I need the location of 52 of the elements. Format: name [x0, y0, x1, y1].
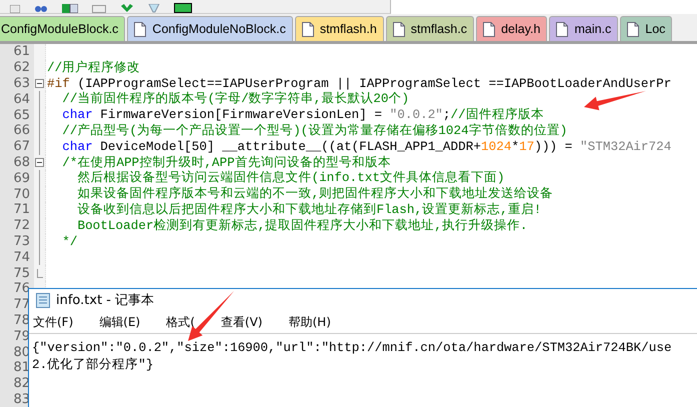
window-title: info.txt - 记事本	[56, 292, 154, 309]
fold-toggle-icon[interactable]	[35, 78, 44, 88]
binoculars-icon[interactable]	[34, 5, 48, 13]
file-tab[interactable]: delay.h	[476, 16, 548, 41]
file-tab[interactable]: ConfigModuleBlock.c	[0, 16, 126, 41]
line-number: 66	[0, 122, 34, 139]
annotation-arrow	[188, 291, 234, 341]
menu-item[interactable]: 帮助(H)	[288, 314, 331, 330]
menu-item[interactable]: 查看(V)	[220, 314, 262, 330]
code-line: 设备收到信息以后把固件程序大小和下载地址存储到Flash,设置更新标志,重启!	[76, 202, 542, 218]
annotation-arrow	[584, 91, 646, 110]
file-tab[interactable]: main.c	[549, 16, 618, 41]
text-area[interactable]: {"version":"0.0.2","size":16900,"url":"http://mnif.cn/ota/hardware/STM32Air724BK/use 2.优化了部分程序"}	[29, 333, 697, 407]
line-number: 61	[0, 44, 34, 60]
code-line: //当前固件程序的版本号(字母/数字字符串,最长默认20个)	[61, 91, 410, 108]
code-line: 如果设备固件程序版本号和云端的不一致,则把固件程序大小和下载地址发送给设备	[76, 186, 554, 202]
code-line: char DeviceModel[50] __attribute__((at(FLASH_APP1_ADDR+1024*17))) = "STM32Air724	[61, 138, 672, 155]
menu-item[interactable]: 编辑(E)	[99, 314, 140, 330]
line-number: 68	[0, 154, 34, 170]
window-icon[interactable]	[92, 5, 106, 13]
code-line: #if (IAPProgramSelect==IAPUserProgram || IAPProgramSelect ==IAPBootLoaderAndUserPr	[46, 76, 672, 92]
line-number: 71	[0, 202, 34, 218]
code-line: BootLoader检测到有更新标志,提取固件程序大小和下载地址,执行升级操作.	[76, 218, 528, 234]
file-tab[interactable]: stmflash.h	[294, 16, 384, 41]
code-line: /*在使用APP控制升级时,APP首先询问设备的型号和版本	[61, 154, 391, 170]
line-number: 65	[0, 107, 34, 123]
line-number: 72	[0, 218, 34, 234]
notepad-icon	[36, 292, 50, 308]
line-number: 70	[0, 186, 34, 202]
file-tab[interactable]: stmflash.c	[386, 16, 474, 41]
code-line: //产品型号(为每一个产品设置一个型号)(设置为常量存储在偏移1024字节倍数的位置)	[61, 122, 568, 139]
menu-item[interactable]: 文件(F)	[33, 314, 74, 330]
line-number: 73	[0, 234, 34, 250]
code-line: */	[61, 234, 78, 250]
code-line: //用户程序修改	[46, 60, 140, 76]
line-number: 67	[0, 138, 34, 155]
panel-icon[interactable]	[62, 4, 78, 13]
line-number: 62	[0, 60, 34, 76]
file-tab[interactable]: ConfigModuleNoBlock.c	[127, 16, 293, 41]
code-line: char FirmwareVersion[FirmwareVersionLen] = "0.0.2";//固件程序版本	[61, 107, 544, 123]
line-number: 74	[0, 249, 34, 266]
line-number: 64	[0, 91, 34, 108]
text-line: {"version":"0.0.2","size":16900,"url":"http://mnif.cn/ota/hardware/STM32Air724BK/use	[32, 339, 673, 356]
file-tab[interactable]: Loc	[620, 16, 672, 41]
line-number: 69	[0, 170, 34, 186]
fold-end-icon	[36, 268, 42, 278]
line-number: 63	[0, 76, 34, 92]
code-line: 然后根据设备型号访问云端固件信息文件(info.txt文件具体信息看下面)	[76, 170, 505, 186]
text-line: 2.优化了部分程序"}	[32, 356, 154, 373]
line-number: 75	[0, 265, 34, 281]
fold-toggle-icon[interactable]	[35, 158, 44, 167]
menu-item[interactable]: 格式(	[166, 314, 195, 330]
